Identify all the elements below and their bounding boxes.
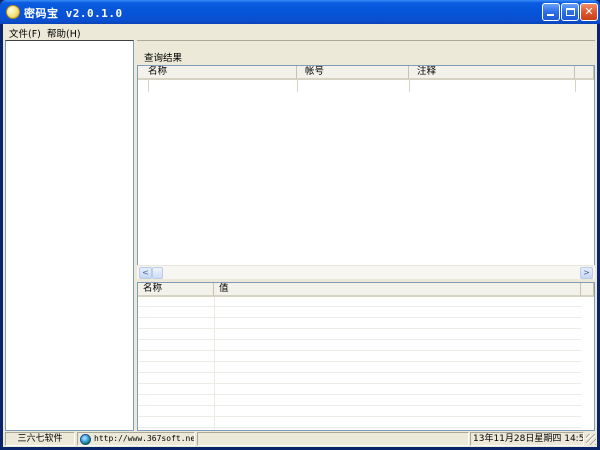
menu-bar: 文件(F) 帮助(H) bbox=[3, 24, 597, 40]
resize-grip-icon[interactable] bbox=[586, 434, 596, 445]
list-item[interactable] bbox=[138, 385, 581, 395]
scroll-left-button[interactable]: < bbox=[139, 267, 152, 279]
column-header-name[interactable]: 名称 bbox=[138, 66, 297, 80]
list-item[interactable] bbox=[138, 396, 581, 406]
chevron-left-icon: < bbox=[142, 268, 149, 277]
results-title: 查询结果 bbox=[144, 53, 183, 64]
maximize-icon bbox=[566, 8, 575, 16]
minimize-button[interactable] bbox=[542, 3, 560, 21]
list-item[interactable] bbox=[138, 418, 581, 428]
list-item[interactable] bbox=[138, 308, 581, 318]
list-item[interactable] bbox=[138, 330, 581, 340]
column-header-note[interactable]: 注释 bbox=[409, 66, 575, 80]
list-item[interactable] bbox=[138, 352, 581, 362]
results-horizontal-scrollbar[interactable]: < > bbox=[137, 265, 595, 279]
status-datetime: 13年11月28日星期四 14:52: bbox=[470, 432, 584, 446]
close-button[interactable]: ✕ bbox=[580, 3, 598, 21]
column-header-filler bbox=[575, 66, 594, 80]
row-guide bbox=[575, 80, 576, 92]
category-tree-panel[interactable] bbox=[5, 40, 134, 431]
list-item[interactable] bbox=[138, 363, 581, 373]
scroll-right-button[interactable]: > bbox=[580, 267, 593, 279]
scroll-thumb[interactable] bbox=[152, 267, 163, 279]
window-title: 密码宝 v2.0.1.0 bbox=[24, 7, 123, 20]
column-header-filler bbox=[581, 283, 594, 297]
status-website-link[interactable]: http://www.367soft.net bbox=[77, 432, 195, 446]
app-circle-icon[interactable] bbox=[6, 5, 20, 19]
properties-list[interactable]: 名称 值 bbox=[137, 282, 595, 431]
maximize-button[interactable] bbox=[561, 3, 579, 21]
column-header-field-name[interactable]: 名称 bbox=[138, 283, 214, 297]
column-header-account[interactable]: 帐号 bbox=[297, 66, 409, 80]
status-bar: 三六七软件 http://www.367soft.net 13年11月28日星期… bbox=[3, 431, 597, 447]
column-header-value[interactable]: 值 bbox=[214, 283, 581, 297]
list-item[interactable] bbox=[138, 407, 581, 417]
client-area: 文件(F) 帮助(H) 查询结果 名称 帐号 注释 < > 名称 值 三六七软件… bbox=[3, 24, 597, 447]
status-empty-pane bbox=[197, 432, 469, 446]
website-url[interactable]: http://www.367soft.net bbox=[94, 434, 194, 443]
title-bar[interactable]: 密码宝 v2.0.1.0 ✕ bbox=[0, 0, 600, 24]
globe-icon bbox=[80, 434, 91, 445]
row-guide bbox=[409, 80, 410, 92]
main-window: 密码宝 v2.0.1.0 ✕ 文件(F) 帮助(H) 查询结果 名称 帐号 注释… bbox=[0, 0, 600, 450]
menu-file[interactable]: 文件(F) bbox=[9, 26, 41, 40]
results-list[interactable]: 名称 帐号 注释 bbox=[137, 65, 595, 279]
row-guide bbox=[297, 80, 298, 92]
list-item[interactable] bbox=[138, 319, 581, 329]
results-header-strip bbox=[137, 40, 595, 64]
menu-help[interactable]: 帮助(H) bbox=[47, 26, 81, 40]
close-icon: ✕ bbox=[584, 5, 594, 18]
list-item[interactable] bbox=[138, 341, 581, 351]
minimize-icon bbox=[547, 14, 554, 16]
list-item[interactable] bbox=[138, 374, 581, 384]
chevron-right-icon: > bbox=[583, 268, 590, 277]
status-company: 三六七软件 bbox=[5, 432, 75, 446]
list-item[interactable] bbox=[138, 297, 581, 307]
row-guide bbox=[148, 80, 149, 92]
